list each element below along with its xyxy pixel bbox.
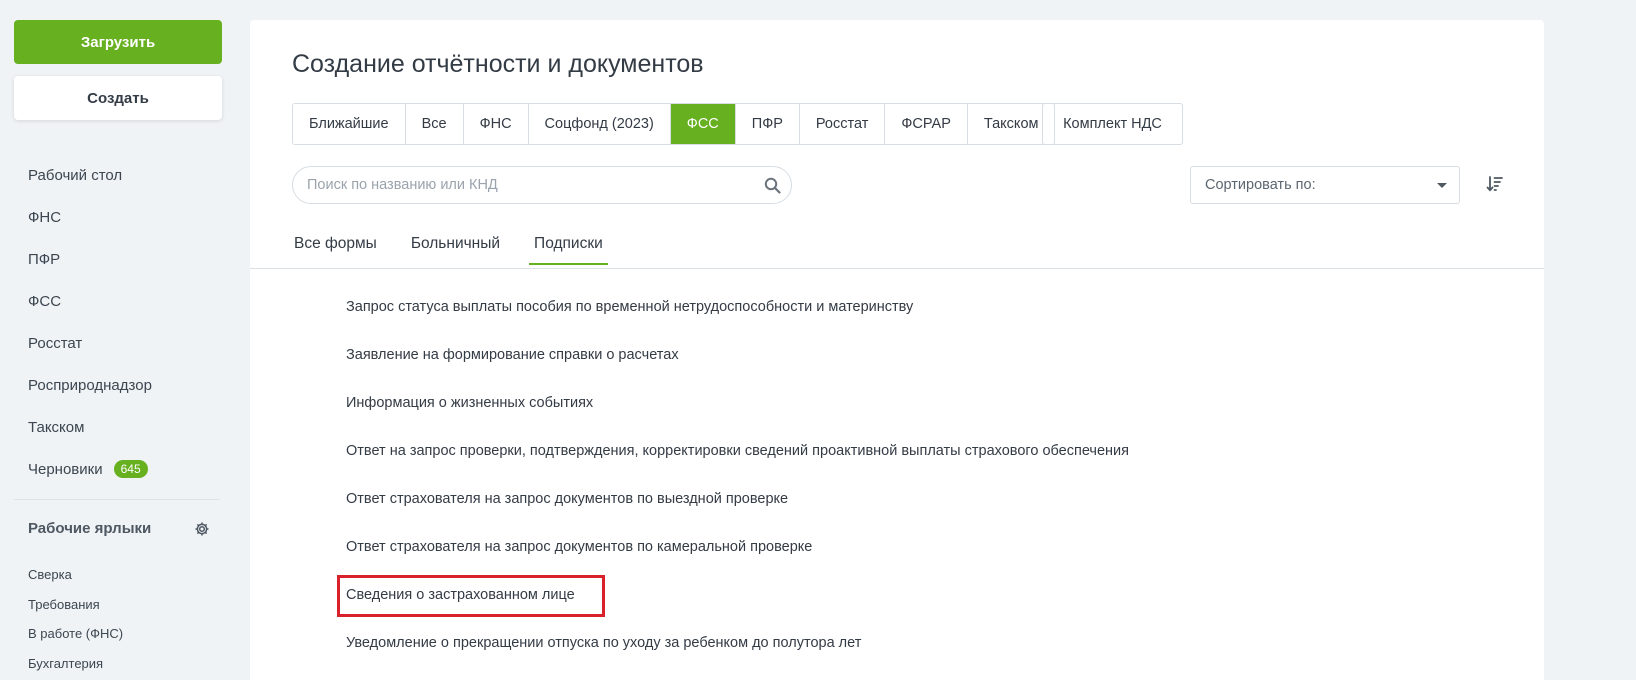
form-subtabs: Все формы Больничный Подписки	[292, 235, 635, 265]
sidebar-item-label: Росстат	[28, 334, 83, 352]
form-list-item[interactable]: Запрос статуса выплаты пособия по времен…	[346, 283, 1129, 331]
search-icon[interactable]	[764, 177, 781, 194]
form-list-item[interactable]: Уведомление о прекращении отпуска по ухо…	[346, 619, 1129, 667]
sidebar-item-rosprirodnadzor[interactable]: Росприроднадзор	[28, 364, 228, 406]
main-panel: Создание отчётности и документов Ближайш…	[250, 20, 1544, 680]
shortcut-in-work-fns[interactable]: В работе (ФНС)	[28, 619, 123, 649]
tab-all[interactable]: Все	[405, 104, 464, 144]
sidebar-item-label: Черновики	[28, 460, 103, 478]
forms-list: Запрос статуса выплаты пособия по времен…	[346, 283, 1129, 667]
form-list-item[interactable]: Заявление на формирование справки о расч…	[346, 331, 1129, 379]
sidebar-item-fss[interactable]: ФСС	[28, 280, 228, 322]
tab-socfund[interactable]: Соцфонд (2023)	[528, 104, 671, 144]
form-list-item-highlighted[interactable]: Сведения о застрахованном лице	[346, 571, 1129, 619]
subtabs-divider	[250, 268, 1544, 269]
sidebar-item-taxcom[interactable]: Такском	[28, 406, 228, 448]
sidebar-item-label: ФНС	[28, 208, 62, 226]
sidebar-item-fns[interactable]: ФНС	[28, 196, 228, 238]
sort-dropdown[interactable]: Сортировать по:	[1190, 166, 1460, 204]
shortcuts-header: Рабочие ярлыки	[28, 520, 210, 537]
sidebar-item-label: ФСС	[28, 292, 62, 310]
shortcuts-list: Сверка Требования В работе (ФНС) Бухгалт…	[28, 560, 123, 678]
sidebar-item-pfr[interactable]: ПФР	[28, 238, 228, 280]
tab-rosstat[interactable]: Росстат	[799, 104, 886, 144]
search-input[interactable]	[307, 167, 747, 203]
sidebar-item-rosstat[interactable]: Росстат	[28, 322, 228, 364]
sidebar-nav: Рабочий стол ФНС ПФР ФСС Росстат Росприр…	[28, 154, 228, 490]
tab-nearest[interactable]: Ближайшие	[293, 104, 406, 144]
sidebar: Загрузить Создать Рабочий стол ФНС ПФР Ф…	[0, 0, 234, 680]
create-button[interactable]: Создать	[14, 76, 222, 120]
shortcuts-title: Рабочие ярлыки	[28, 520, 152, 537]
form-list-item[interactable]: Ответ страхователя на запрос документов …	[346, 475, 1129, 523]
shortcut-reconciliation[interactable]: Сверка	[28, 560, 123, 590]
subtab-subscriptions[interactable]: Подписки	[529, 235, 608, 265]
chevron-down-icon	[1437, 183, 1447, 188]
gear-icon[interactable]	[194, 521, 210, 537]
search-box	[292, 166, 792, 204]
sidebar-item-label: Росприроднадзор	[28, 376, 152, 394]
category-tabs: Ближайшие Все ФНС Соцфонд (2023) ФСС ПФР…	[292, 103, 1056, 145]
subtab-all-forms[interactable]: Все формы	[292, 235, 379, 265]
sort-order-icon[interactable]	[1486, 175, 1504, 193]
form-list-item[interactable]: Ответ страхователя на запрос документов …	[346, 523, 1129, 571]
tab-fns[interactable]: ФНС	[463, 104, 529, 144]
shortcut-accounting[interactable]: Бухгалтерия	[28, 649, 123, 679]
form-list-item[interactable]: Ответ на запрос проверки, подтверждения,…	[346, 427, 1129, 475]
drafts-count-badge: 645	[113, 460, 148, 478]
sidebar-divider	[14, 499, 220, 500]
tab-fsrar[interactable]: ФСРАР	[885, 104, 968, 144]
tab-vat-set[interactable]: Комплект НДС	[1042, 103, 1183, 145]
form-list-item[interactable]: Информация о жизненных событиях	[346, 379, 1129, 427]
shortcut-requirements[interactable]: Требования	[28, 590, 123, 620]
sidebar-item-desktop[interactable]: Рабочий стол	[28, 154, 228, 196]
sidebar-item-label: Рабочий стол	[28, 166, 123, 184]
sidebar-item-label: ПФР	[28, 250, 61, 268]
sidebar-item-drafts[interactable]: Черновики 645	[28, 448, 228, 490]
subtab-sick-leave[interactable]: Больничный	[409, 235, 502, 265]
sort-label: Сортировать по:	[1205, 177, 1316, 193]
upload-button[interactable]: Загрузить	[14, 20, 222, 64]
page-title: Создание отчётности и документов	[292, 50, 704, 78]
sidebar-item-label: Такском	[28, 418, 85, 436]
tab-pfr[interactable]: ПФР	[735, 104, 800, 144]
tab-fss[interactable]: ФСС	[670, 104, 736, 144]
